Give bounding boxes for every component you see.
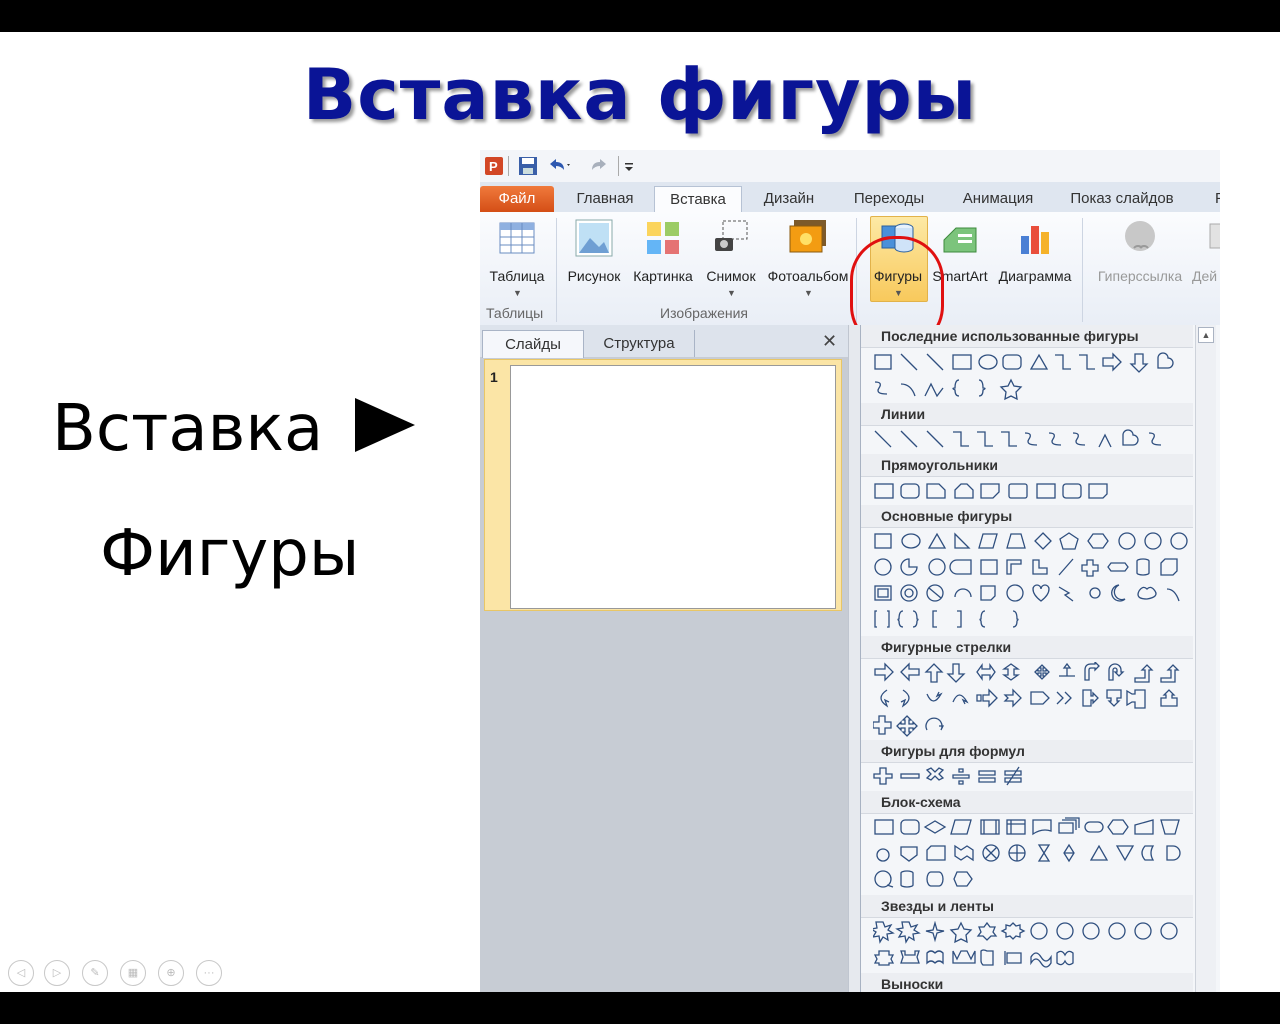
divider xyxy=(508,156,509,176)
clipart-icon xyxy=(647,222,679,254)
undo-icon[interactable] xyxy=(546,156,572,176)
picture-icon xyxy=(575,219,613,257)
next-icon[interactable]: ▷ xyxy=(44,960,70,986)
divider xyxy=(618,156,619,176)
tab-file[interactable]: Файл xyxy=(480,186,554,212)
hyperlink-icon xyxy=(1125,221,1155,251)
photoalbum-icon xyxy=(789,220,826,253)
gallery-section-stars: Звезды и ленты xyxy=(861,895,1193,918)
divider xyxy=(556,218,557,322)
powerpoint-window: P Файл Главная Вставка Дизайн Переходы А… xyxy=(480,150,1220,992)
more-options-icon[interactable]: ··· xyxy=(196,960,222,986)
shape-icons xyxy=(880,688,1178,709)
shape-icons xyxy=(874,817,1180,836)
shape-icons xyxy=(874,429,1162,448)
slide-number: 1 xyxy=(490,369,498,385)
shape-icons xyxy=(874,378,1023,401)
previous-icon[interactable]: ◁ xyxy=(8,960,34,986)
powerpoint-logo-icon[interactable]: P xyxy=(484,156,504,176)
shape-icons xyxy=(874,610,1019,628)
bullet-insert-text: Вставка xyxy=(52,392,324,466)
action-button[interactable]: Дей xyxy=(1188,212,1220,302)
slide-title: Вставка фигуры xyxy=(302,54,978,136)
slides-icon[interactable]: ▦ xyxy=(120,960,146,986)
slides-pane: Слайды Структура ✕ 1 xyxy=(480,325,848,992)
ribbon-tabs: Файл Главная Вставка Дизайн Переходы Ани… xyxy=(480,182,1220,214)
shape-icons xyxy=(874,352,1174,373)
shape-icons xyxy=(874,662,1180,683)
tab-slides[interactable]: Слайды xyxy=(482,330,584,358)
tab-insert[interactable]: Вставка xyxy=(654,186,742,214)
gallery-section-equation: Фигуры для формул xyxy=(861,740,1193,763)
photoalbum-button[interactable]: Фотоальбом ▼ xyxy=(764,212,852,302)
dropdown-icon: ▼ xyxy=(804,288,813,298)
scroll-up-icon[interactable]: ▲ xyxy=(1198,327,1214,343)
gallery-section-lines: Линии xyxy=(861,403,1193,426)
bullet-insert: Вставка xyxy=(52,392,416,466)
gallery-scrollbar[interactable]: ▲ xyxy=(1195,325,1216,992)
shape-icons xyxy=(874,870,973,888)
screenshot-button[interactable]: Снимок ▼ xyxy=(700,212,762,302)
gallery-section-recent: Последние использованные фигуры xyxy=(861,325,1193,348)
dropdown-icon: ▼ xyxy=(727,288,736,298)
group-label-tables: Таблицы xyxy=(486,305,544,321)
arrow-right-icon xyxy=(355,398,416,452)
picture-button[interactable]: Рисунок xyxy=(562,212,626,302)
redo-icon[interactable] xyxy=(590,156,610,176)
tab-design[interactable]: Дизайн xyxy=(746,186,832,212)
zoom-icon[interactable]: ⊕ xyxy=(158,960,184,986)
quick-access-toolbar: P xyxy=(480,150,1220,182)
pane-tabs: Слайды Структура ✕ xyxy=(480,325,848,358)
gallery-section-block-arrows: Фигурные стрелки xyxy=(861,636,1193,659)
tab-animations[interactable]: Анимация xyxy=(946,186,1050,212)
group-label-images: Изображения xyxy=(660,305,748,321)
bullet-shapes: Фигуры xyxy=(100,517,360,591)
hyperlink-button[interactable]: Гиперссылка xyxy=(1092,212,1188,302)
svg-text:P: P xyxy=(489,159,498,174)
gallery-section-basic: Основные фигуры xyxy=(861,505,1193,528)
chart-button[interactable]: Диаграмма xyxy=(992,212,1078,302)
divider xyxy=(1082,218,1083,322)
tab-slideshow[interactable]: Показ слайдов xyxy=(1062,186,1182,212)
gallery-section-rectangles: Прямоугольники xyxy=(861,454,1193,477)
chart-icon xyxy=(1021,226,1049,254)
clipart-button[interactable]: Картинка xyxy=(628,212,698,302)
close-icon[interactable]: ✕ xyxy=(822,331,837,352)
shape-icons xyxy=(873,949,1074,968)
table-icon xyxy=(499,222,535,254)
customize-qat-icon[interactable] xyxy=(624,156,636,176)
tab-home[interactable]: Главная xyxy=(562,186,648,212)
save-icon[interactable] xyxy=(518,156,538,176)
tab-outline[interactable]: Структура xyxy=(584,330,695,357)
gallery-section-flowchart: Блок-схема xyxy=(861,791,1193,814)
shape-icons xyxy=(873,921,1178,944)
action-icon xyxy=(1209,223,1220,249)
tab-transitions[interactable]: Переходы xyxy=(842,186,936,212)
shape-icons xyxy=(874,558,1178,577)
slide-thumbnail[interactable] xyxy=(510,365,836,609)
pen-icon[interactable]: ✎ xyxy=(82,960,108,986)
shapes-gallery: ▲ Последние использованные фигуры Линии … xyxy=(860,325,1220,992)
table-button[interactable]: Таблица ▼ xyxy=(484,212,550,302)
screenshot-icon xyxy=(715,220,748,251)
shape-icons xyxy=(874,532,1188,550)
tab-review[interactable]: Р xyxy=(1210,186,1220,212)
shape-icons xyxy=(873,715,945,737)
shape-icons xyxy=(874,483,1108,499)
gallery-section-callouts: Выноски xyxy=(861,973,1193,992)
dropdown-icon: ▼ xyxy=(513,288,522,298)
shape-icons xyxy=(876,843,1181,863)
slide: Вставка фигуры Вставка Фигуры P Файл Гла… xyxy=(0,32,1280,992)
shape-icons xyxy=(874,584,1180,602)
smartart-icon xyxy=(943,227,977,253)
shape-icons xyxy=(873,766,1022,786)
